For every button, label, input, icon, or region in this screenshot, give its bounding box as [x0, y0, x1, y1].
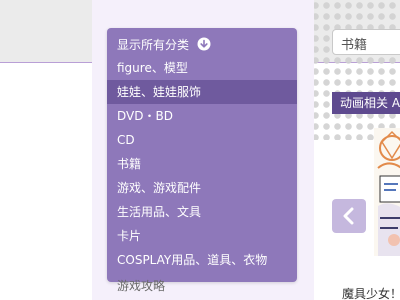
menu-item-games[interactable]: 游戏、游戏配件: [107, 176, 297, 200]
chevron-left-icon: [343, 207, 354, 225]
list-item-game-guides[interactable]: 游戏攻略: [117, 277, 165, 294]
menu-item-books[interactable]: 书籍: [107, 152, 297, 176]
menu-item-figure[interactable]: figure、模型: [107, 56, 297, 80]
product-caption[interactable]: 魔具少女！: [342, 285, 400, 300]
product-illustration: [374, 128, 400, 256]
menu-item-daily-goods[interactable]: 生活用品、文具: [107, 200, 297, 224]
prev-arrow-button[interactable]: [332, 199, 366, 233]
show-all-categories-toggle[interactable]: 显示所有分类: [117, 34, 211, 54]
menu-item-cards[interactable]: 卡片: [107, 224, 297, 248]
menu-header-label: 显示所有分类: [117, 37, 190, 52]
search-input[interactable]: 书籍: [332, 29, 400, 55]
dot-pattern-decoration: [310, 0, 400, 140]
page: 书籍 动画相关 A 魔具少女！ 显示所有分类 figure、模型 娃娃、娃娃服饰…: [0, 0, 400, 300]
menu-item-cosplay[interactable]: COSPLAY用品、道具、衣物: [107, 248, 297, 272]
product-image[interactable]: [374, 128, 400, 256]
chevron-down-circle-icon: [197, 37, 211, 51]
menu-item-dvd-bd[interactable]: DVD・BD: [107, 104, 297, 128]
menu-item-dolls[interactable]: 娃娃、娃娃服饰: [107, 80, 297, 104]
category-dropdown-menu: 显示所有分类 figure、模型 娃娃、娃娃服饰 DVD・BD CD 书籍 游戏…: [107, 28, 297, 282]
anime-section-label[interactable]: 动画相关 A: [332, 92, 400, 114]
menu-item-cd[interactable]: CD: [107, 128, 297, 152]
